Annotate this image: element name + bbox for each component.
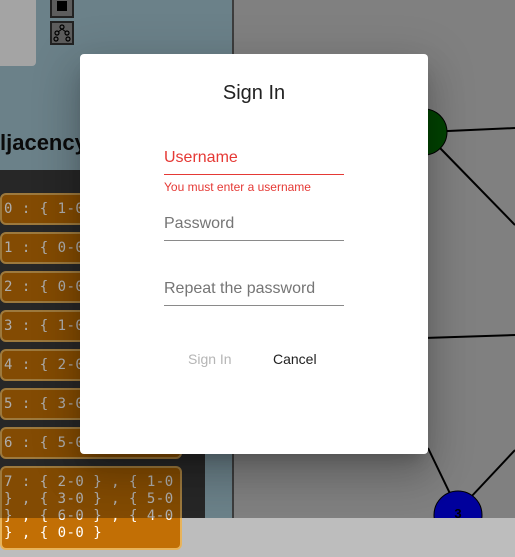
- dialog-title: Sign In: [222, 82, 286, 104]
- repeat-password-input[interactable]: [164, 280, 344, 304]
- sign-in-dialog: Sign In Username You must enter a userna…: [80, 54, 428, 454]
- cancel-button[interactable]: Cancel: [265, 345, 325, 373]
- password-underline: [164, 240, 344, 241]
- password-field[interactable]: Password: [164, 215, 344, 241]
- username-underline: [164, 174, 344, 175]
- password-input[interactable]: [164, 215, 344, 239]
- sign-in-button[interactable]: Sign In: [180, 345, 240, 373]
- username-error: You must enter a username: [164, 180, 311, 194]
- username-field[interactable]: Username: [164, 149, 344, 175]
- username-input[interactable]: [164, 149, 344, 173]
- repeat-password-field[interactable]: Repeat the password: [164, 280, 344, 306]
- repeat-password-underline: [164, 305, 344, 306]
